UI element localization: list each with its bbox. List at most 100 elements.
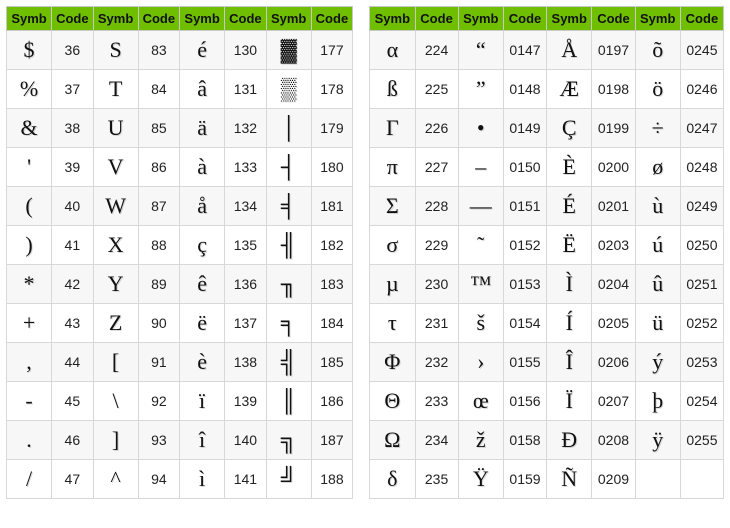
table-row: .46]93î140╗187 [7, 421, 353, 460]
col-header-symb: Symb [458, 7, 503, 31]
symbol-cell: â [180, 70, 225, 109]
col-header-symb: Symb [93, 7, 138, 31]
symbol-cell: + [7, 304, 52, 343]
code-cell: 0201 [592, 187, 635, 226]
code-cell: 38 [52, 109, 93, 148]
symbol-cell: \ [93, 382, 138, 421]
table-row: Γ226•0149Ç0199÷0247 [370, 109, 724, 148]
code-cell: 132 [225, 109, 266, 148]
code-cell: 0159 [503, 460, 546, 499]
symbol-cell: / [7, 460, 52, 499]
symbol-cell: α [370, 31, 415, 70]
symbol-cell [635, 460, 680, 499]
code-cell: 91 [138, 343, 179, 382]
table-row: Ω234ž0158Ð0208ÿ0255 [370, 421, 724, 460]
symbol-cell: É [547, 187, 592, 226]
code-cell: 36 [52, 31, 93, 70]
symbol-cell: Æ [547, 70, 592, 109]
col-header-code: Code [592, 7, 635, 31]
symbol-cell: , [7, 343, 52, 382]
code-cell: 136 [225, 265, 266, 304]
symbol-cell: ê [180, 265, 225, 304]
code-cell: 234 [415, 421, 458, 460]
code-cell: 92 [138, 382, 179, 421]
symbol-cell: è [180, 343, 225, 382]
code-cell: 85 [138, 109, 179, 148]
code-cell: 0252 [680, 304, 723, 343]
symbol-cell: ™ [458, 265, 503, 304]
symbol-cell: • [458, 109, 503, 148]
symbol-cell: . [7, 421, 52, 460]
code-cell: 0151 [503, 187, 546, 226]
symbol-cell: ( [7, 187, 52, 226]
code-cell: 44 [52, 343, 93, 382]
table-row: Φ232›0155Î0206ý0253 [370, 343, 724, 382]
code-cell: 0209 [592, 460, 635, 499]
code-cell: 139 [225, 382, 266, 421]
symbol-cell: ž [458, 421, 503, 460]
symbol-cell: é [180, 31, 225, 70]
code-cell: 225 [415, 70, 458, 109]
symbol-cell: │ [266, 109, 311, 148]
symbol-cell: π [370, 148, 415, 187]
symbol-cell: ü [635, 304, 680, 343]
symbol-cell: & [7, 109, 52, 148]
symbol-cell: ╢ [266, 226, 311, 265]
symbol-cell: δ [370, 460, 415, 499]
code-cell: 135 [225, 226, 266, 265]
code-cell: 87 [138, 187, 179, 226]
code-cell: 130 [225, 31, 266, 70]
col-header-code: Code [225, 7, 266, 31]
code-cell: 88 [138, 226, 179, 265]
col-header-symb: Symb [635, 7, 680, 31]
symbol-cell: Í [547, 304, 592, 343]
symbol-cell: Ì [547, 265, 592, 304]
code-cell: 0206 [592, 343, 635, 382]
code-cell: 0156 [503, 382, 546, 421]
col-header-code: Code [138, 7, 179, 31]
code-cell: 185 [311, 343, 352, 382]
symbol-cell: ø [635, 148, 680, 187]
table-row: $36S83é130▓177 [7, 31, 353, 70]
table-row: &38U85ä132│179 [7, 109, 353, 148]
symbol-cell: Ë [547, 226, 592, 265]
symbol-cell: ý [635, 343, 680, 382]
code-cell: 0197 [592, 31, 635, 70]
symbol-cell: Ç [547, 109, 592, 148]
code-cell: 39 [52, 148, 93, 187]
symbol-cell: ╕ [266, 304, 311, 343]
code-cell: 177 [311, 31, 352, 70]
code-cell: 0154 [503, 304, 546, 343]
table-row: %37T84â131▒178 [7, 70, 353, 109]
code-cell: 93 [138, 421, 179, 460]
code-cell: 40 [52, 187, 93, 226]
code-cell: 0153 [503, 265, 546, 304]
col-header-code: Code [680, 7, 723, 31]
symbol-cell: ╖ [266, 265, 311, 304]
table-row: /47^94ì141╝188 [7, 460, 353, 499]
code-cell: 0198 [592, 70, 635, 109]
left-table: SymbCodeSymbCodeSymbCodeSymbCode $36S83é… [6, 6, 353, 499]
code-cell: 89 [138, 265, 179, 304]
symbol-cell: ˜ [458, 226, 503, 265]
code-cell: 134 [225, 187, 266, 226]
code-cell: 180 [311, 148, 352, 187]
code-cell: 0255 [680, 421, 723, 460]
table-row: µ230™0153Ì0204û0251 [370, 265, 724, 304]
code-cell: 0246 [680, 70, 723, 109]
symbol-cell: S [93, 31, 138, 70]
symbol-cell: σ [370, 226, 415, 265]
code-cell: 0158 [503, 421, 546, 460]
symbol-cell: ' [7, 148, 52, 187]
symbol-cell: ç [180, 226, 225, 265]
code-cell: 0249 [680, 187, 723, 226]
col-header-symb: Symb [7, 7, 52, 31]
symbol-cell: Γ [370, 109, 415, 148]
table-row: δ235Ÿ0159Ñ0209 [370, 460, 724, 499]
right-table: SymbCodeSymbCodeSymbCodeSymbCode α224“01… [369, 6, 724, 499]
symbol-cell: õ [635, 31, 680, 70]
code-cell: 188 [311, 460, 352, 499]
code-cell: 0200 [592, 148, 635, 187]
symbol-cell: ë [180, 304, 225, 343]
symbol-cell: ä [180, 109, 225, 148]
